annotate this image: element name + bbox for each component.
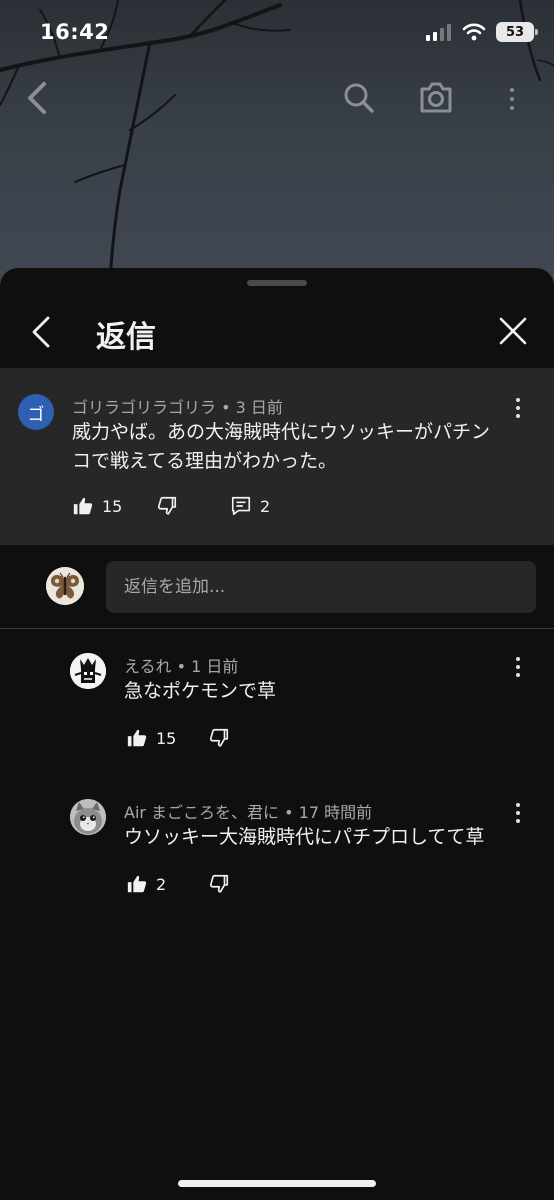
like-count: 15 bbox=[102, 496, 123, 516]
cat-avatar-image bbox=[70, 799, 106, 835]
battery-icon: 53 bbox=[496, 22, 538, 42]
meta-separator: • bbox=[221, 398, 231, 417]
status-time: 16:42 bbox=[40, 20, 110, 44]
replies-sheet: 返信 ゴ ゴリラゴリラゴリラ • 3 日前 威力やば。あの大海賊時代にウソッキー… bbox=[0, 268, 554, 1200]
more-vert-icon[interactable] bbox=[502, 86, 522, 112]
status-bar: 16:42 53 bbox=[0, 0, 554, 68]
add-reply-row bbox=[0, 545, 554, 629]
comment-icon bbox=[231, 496, 251, 516]
thumb-down-icon bbox=[209, 728, 229, 747]
home-indicator[interactable] bbox=[178, 1180, 376, 1187]
more-vert-icon[interactable] bbox=[508, 801, 528, 825]
avatar[interactable]: ゴ bbox=[18, 394, 54, 430]
reply-count: 2 bbox=[260, 496, 271, 516]
reply-item: えるれ • 1 日前 急なポケモンで草 15 bbox=[0, 629, 554, 769]
thumb-down-icon bbox=[209, 874, 229, 893]
status-icons: 53 bbox=[426, 22, 538, 42]
comment-time: 3 日前 bbox=[235, 398, 283, 417]
close-icon[interactable] bbox=[498, 316, 528, 346]
comment-meta: えるれ • 1 日前 bbox=[124, 653, 238, 677]
search-icon[interactable] bbox=[342, 78, 376, 118]
wifi-icon bbox=[462, 23, 486, 41]
dislike-button[interactable] bbox=[208, 873, 230, 895]
comment-author[interactable]: えるれ bbox=[124, 657, 172, 676]
like-button[interactable]: 15 bbox=[72, 495, 122, 517]
thumb-up-icon bbox=[73, 497, 93, 515]
more-vert-icon[interactable] bbox=[508, 655, 528, 679]
comment-time: 17 時間前 bbox=[298, 803, 373, 822]
player-top-bar bbox=[0, 70, 554, 126]
reply-count-button[interactable]: 2 bbox=[230, 495, 270, 517]
comment-time: 1 日前 bbox=[191, 657, 239, 676]
drag-handle[interactable] bbox=[247, 280, 307, 286]
comment-text: 威力やば。あの大海賊時代にウソッキーがパチン コで戦えてる理由がわかった。 bbox=[72, 418, 490, 476]
battery-level: 53 bbox=[505, 24, 525, 40]
like-count: 15 bbox=[156, 728, 177, 748]
like-button[interactable]: 2 bbox=[126, 873, 166, 895]
signal-icon bbox=[426, 24, 451, 41]
thumb-up-icon bbox=[127, 729, 147, 747]
chevron-left-icon[interactable] bbox=[28, 314, 54, 350]
comment-meta: Air まごころを、君に • 17 時間前 bbox=[124, 799, 372, 823]
avatar[interactable] bbox=[70, 653, 106, 689]
comment-author[interactable]: Air まごころを、君に bbox=[124, 803, 279, 822]
avatar[interactable] bbox=[46, 567, 84, 605]
meta-separator: • bbox=[284, 803, 294, 822]
chevron-left-icon[interactable] bbox=[24, 78, 50, 118]
comment-text-line: コで戦えてる理由がわかった。 bbox=[72, 450, 338, 472]
sheet-title: 返信 bbox=[96, 320, 156, 355]
camera-icon[interactable] bbox=[418, 78, 454, 118]
video-player[interactable]: 16:42 53 bbox=[0, 0, 554, 300]
reply-input[interactable] bbox=[106, 561, 536, 613]
comment-meta: ゴリラゴリラゴリラ • 3 日前 bbox=[72, 394, 283, 418]
comment-text: 急なポケモンで草 bbox=[124, 680, 277, 702]
reply-item: Air まごころを、君に • 17 時間前 ウソッキー大海賊時代にパチプロしてて… bbox=[0, 769, 554, 909]
like-button[interactable]: 15 bbox=[126, 727, 176, 749]
meta-separator: • bbox=[176, 657, 187, 676]
more-vert-icon[interactable] bbox=[508, 396, 528, 420]
dislike-button[interactable] bbox=[156, 495, 178, 517]
sheet-header: 返信 bbox=[0, 298, 554, 368]
moth-avatar-image bbox=[46, 567, 84, 605]
avatar[interactable] bbox=[70, 799, 106, 835]
comment-author[interactable]: ゴリラゴリラゴリラ bbox=[72, 398, 216, 417]
screen: 16:42 53 返信 ゴ ゴリラゴリラゴリラ • 3 日前 威力やば。あの大海… bbox=[0, 0, 554, 1200]
thumb-up-icon bbox=[127, 875, 147, 893]
parent-comment: ゴ ゴリラゴリラゴリラ • 3 日前 威力やば。あの大海賊時代にウソッキーがパチ… bbox=[0, 368, 554, 545]
like-count: 2 bbox=[156, 874, 167, 894]
comment-text-line: 威力やば。あの大海賊時代にウソッキーがパチン bbox=[72, 421, 491, 443]
mascot-avatar-image bbox=[70, 653, 106, 689]
thumb-down-icon bbox=[157, 496, 177, 515]
comment-text: ウソッキー大海賊時代にパチプロしてて草 bbox=[124, 826, 485, 848]
dislike-button[interactable] bbox=[208, 727, 230, 749]
